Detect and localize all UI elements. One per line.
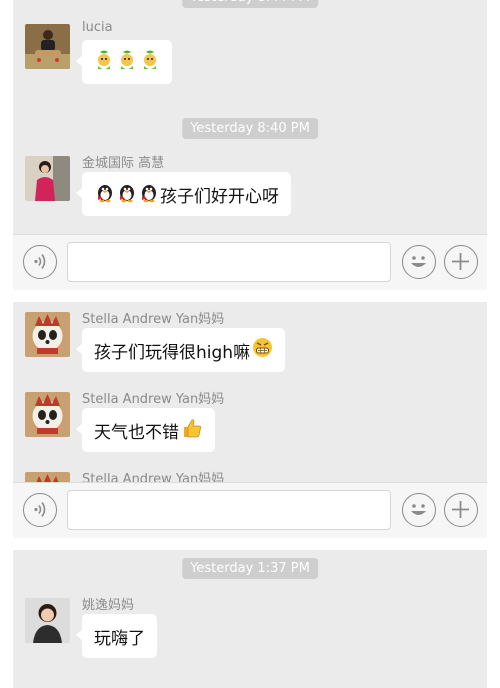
timestamp: Yesterday 8:40 PM <box>182 118 318 139</box>
emoji-icon[interactable] <box>402 245 436 279</box>
message-text: 天气也不错 <box>94 422 179 443</box>
sprout-head-emoji <box>140 49 160 76</box>
sender-name: 姚逸妈妈 <box>82 598 135 613</box>
message-input[interactable] <box>67 490 391 530</box>
timestamp: Yesterday 1:37 PM <box>182 558 318 579</box>
sprout-head-emoji <box>117 49 137 76</box>
message-text: 孩子们好开心呀 <box>160 186 279 207</box>
penguin-emoji <box>138 181 160 208</box>
sender-name: 金城国际 高慧 <box>82 156 165 171</box>
sender-name: Stella Andrew Yan妈妈 <box>82 312 225 327</box>
message-bubble[interactable]: 孩子们玩得很high嘛 <box>75 328 286 372</box>
thumbs-up-emoji <box>181 417 203 444</box>
message-bubble[interactable] <box>76 40 172 84</box>
plus-icon[interactable] <box>444 493 478 527</box>
sender-name: Stella Andrew Yan妈妈 <box>82 392 225 407</box>
voice-icon[interactable] <box>23 493 57 527</box>
message-bubble[interactable]: 孩子们好开心呀 <box>76 172 291 216</box>
message-text: 孩子们玩得很high嘛 <box>94 342 251 363</box>
sender-name: lucia <box>82 20 113 35</box>
voice-icon[interactable] <box>23 245 57 279</box>
message-bubble[interactable]: 天气也不错 <box>76 408 215 452</box>
penguin-emoji <box>94 181 116 208</box>
timestamp-top: Yesterday 8:44 PM <box>182 0 318 8</box>
message-bubble[interactable]: 玩嗨了 <box>76 614 157 658</box>
message-text: 玩嗨了 <box>94 628 145 649</box>
input-bar <box>13 482 487 538</box>
avatar[interactable] <box>25 156 70 201</box>
avatar[interactable] <box>25 392 70 437</box>
avatar[interactable] <box>25 312 70 357</box>
emoji-icon[interactable] <box>402 493 436 527</box>
avatar[interactable] <box>25 598 70 643</box>
grin-emoji <box>252 337 273 363</box>
input-bar <box>13 234 487 290</box>
chat-screen-3: Yesterday 1:37 PM 姚逸妈妈 玩嗨了 <box>13 550 487 688</box>
penguin-emoji <box>116 181 138 208</box>
sprout-head-emoji <box>94 49 114 76</box>
chat-screen-1: Yesterday 8:44 PM lucia <box>13 0 487 290</box>
message-input[interactable] <box>67 242 391 282</box>
avatar[interactable] <box>25 24 70 69</box>
plus-icon[interactable] <box>444 245 478 279</box>
chat-screen-2: Stella Andrew Yan妈妈 孩子们玩得很high嘛 Stella A… <box>13 302 487 538</box>
